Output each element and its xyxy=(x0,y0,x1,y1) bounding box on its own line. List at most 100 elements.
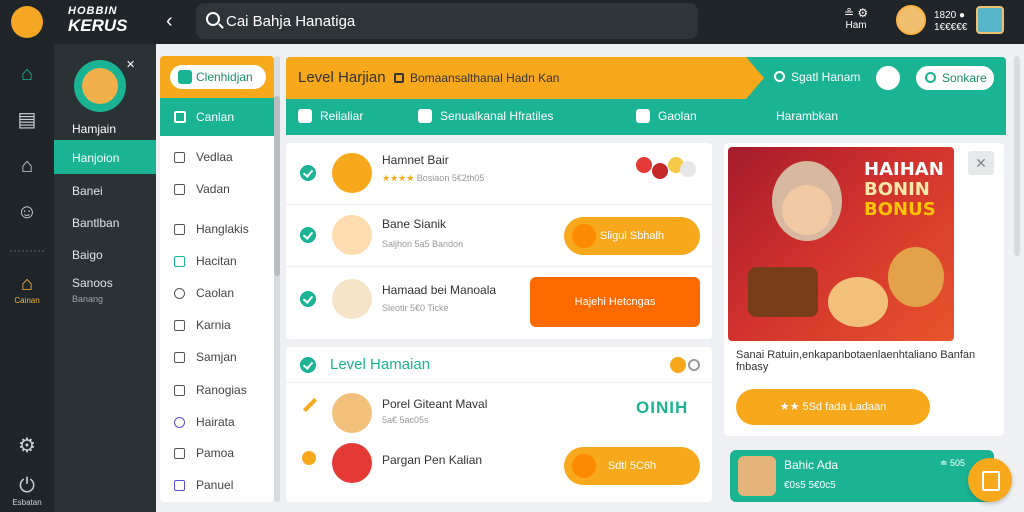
level-action-button[interactable]: Sdtl 5C6h xyxy=(564,447,700,485)
level-row[interactable]: Pargan Pen Kalian Sdtl 5C6h xyxy=(286,443,712,501)
level-row[interactable]: Porel Giteant Maval 5a€ 5ac05s OINIH xyxy=(286,385,712,443)
search-input[interactable]: Cai Bahja Hanatiga xyxy=(226,13,355,30)
sidebar-item-3[interactable]: Sanoos xyxy=(72,276,113,290)
search-icon xyxy=(774,71,785,82)
emoji-icon[interactable] xyxy=(876,66,900,90)
status-dot-icon xyxy=(302,451,316,465)
tab-2[interactable]: Gaolan xyxy=(636,109,697,123)
mini-name: Bahic Ada xyxy=(784,458,839,472)
brand-logo[interactable]: HOBBIN KERUS xyxy=(68,6,128,35)
lock-icon xyxy=(394,73,404,83)
nav-card: Clenhidjan Canlan Vedlaa Vadan Hanglakis… xyxy=(160,56,274,502)
profile-avatar-large[interactable] xyxy=(74,60,126,112)
promo-description: Sanai Ratuin,enkapanbotaenlaenhtaliano B… xyxy=(736,349,976,373)
tab-label: Reilaliar xyxy=(320,109,364,123)
task-action-button[interactable]: Hajehi Hetcngas xyxy=(530,277,700,327)
power-icon[interactable]: ⏻ xyxy=(15,474,39,498)
document-icon[interactable]: ▤ xyxy=(15,108,39,132)
info-icon[interactable] xyxy=(688,359,700,371)
nav-item-2[interactable]: Hanglakis xyxy=(160,218,274,242)
sidebar-item-2[interactable]: Baigo xyxy=(72,248,103,262)
coin-icon xyxy=(572,224,596,248)
panel-icon xyxy=(174,480,185,491)
gold-badge-icon[interactable]: ⌂ xyxy=(15,272,39,296)
nav-item-label: Karnia xyxy=(196,318,231,332)
mini-profile-card[interactable]: Bahic Ada €0s5 5€0c5 ≐ 505 xyxy=(730,450,994,502)
home-icon[interactable]: ⌂ xyxy=(15,62,39,86)
list-icon xyxy=(174,152,185,163)
nav-item-7[interactable]: Ranogias xyxy=(160,379,274,403)
user-avatar[interactable] xyxy=(896,5,926,35)
task-action-button[interactable]: Sligul Sbhalh xyxy=(564,217,700,255)
level-badge: OINIH xyxy=(636,398,689,417)
sidebar-item-1[interactable]: Bantlban xyxy=(72,216,119,230)
task-row[interactable]: Hamaad bei Manoala Sleotir 5€0 Ticke Haj… xyxy=(286,267,712,329)
page-scrollbar[interactable] xyxy=(1014,56,1020,256)
top-user-menu[interactable]: ≗ ⚙ Ham xyxy=(844,6,868,31)
header-search-label: Sgatl Hanam xyxy=(791,70,861,84)
brand-main-text: KERUS xyxy=(68,16,128,35)
sidebar-item-0[interactable]: Banei xyxy=(72,184,103,198)
building-icon[interactable]: ⌂ xyxy=(15,154,39,178)
top-user-icons: ≗ ⚙ xyxy=(844,6,869,20)
scroll-thumb[interactable] xyxy=(274,96,280,276)
rail-bottom-label: Esbatan xyxy=(12,498,42,507)
nav-item-active[interactable]: Canlan xyxy=(160,98,274,136)
tab-3[interactable]: Harambkan xyxy=(776,109,838,123)
task-button-label: Hajehi Hetcngas xyxy=(574,296,656,308)
nav-item-9[interactable]: Pamoa xyxy=(160,442,274,466)
task-row[interactable]: Hamnet Bair ★★★★ Bosiaon 5€2th05 xyxy=(286,143,712,205)
header-search[interactable]: Sgatl Hanam xyxy=(774,70,860,84)
sidebar-item-active[interactable]: Hanjoion xyxy=(54,140,156,174)
nav-scrollbar[interactable] xyxy=(274,56,280,502)
tab-icon xyxy=(636,109,650,123)
task-row[interactable]: Bane Sianik Saljhon 5a5 Bandon Sligul Sb… xyxy=(286,205,712,267)
task-icon xyxy=(332,215,372,255)
nav-item-5[interactable]: Karnia xyxy=(160,314,274,338)
search-icon xyxy=(206,12,220,26)
promo-card: HAIHAN BONIN BONUS ✕ Sanai Ratuin,enkapa… xyxy=(724,143,1004,436)
sidebar-item-small[interactable]: Banang xyxy=(72,294,103,304)
mini-right-meta: ≐ 505 xyxy=(940,458,966,468)
nav-item-1[interactable]: Vadan xyxy=(160,178,274,202)
box-icon xyxy=(174,256,185,267)
nav-item-0[interactable]: Vedlaa xyxy=(160,146,274,170)
page-title: Level Harjian xyxy=(298,69,386,86)
doc-icon xyxy=(174,111,186,123)
header-subtitle: Bomaansalthanal Hadn Kan xyxy=(394,71,559,85)
nav-item-label: Ranogias xyxy=(196,383,247,397)
tab-0[interactable]: Reilaliar xyxy=(298,109,363,123)
header-action-button[interactable]: Sonkare xyxy=(916,66,994,90)
tab-1[interactable]: Senualkanal Hfratiles xyxy=(418,109,553,123)
promo-title-2: BONIN xyxy=(864,179,930,200)
level-button-label: Sdtl 5C6h xyxy=(607,460,657,472)
tag-icon xyxy=(174,320,185,331)
settings-icon[interactable]: ⚙ xyxy=(15,434,39,458)
app-logo-icon[interactable] xyxy=(11,6,43,38)
profile-close-icon[interactable]: ✕ xyxy=(126,58,135,71)
promo-button[interactable]: ★★ 5Sd fada Ladaan xyxy=(736,389,930,425)
close-icon[interactable]: ✕ xyxy=(968,151,994,175)
user-icon[interactable]: ☺ xyxy=(15,200,39,224)
nav-pill-button[interactable]: Clenhidjan xyxy=(170,65,266,89)
nav-item-4[interactable]: Caolan xyxy=(160,282,274,306)
task-meta: Sleotir 5€0 Ticke xyxy=(382,303,449,313)
promo-image[interactable]: HAIHAN BONIN BONUS xyxy=(728,147,954,341)
floating-action-button[interactable] xyxy=(968,458,1012,502)
top-info-line2: 1€€€€€ xyxy=(934,22,968,33)
promo-food xyxy=(888,247,944,307)
nav-item-6[interactable]: Samjan xyxy=(160,346,274,370)
rail-divider xyxy=(10,250,44,252)
back-arrow-icon[interactable]: ‹ xyxy=(166,10,173,32)
promo-title-3: BONUS xyxy=(864,199,936,220)
task-meta: Saljhon 5a5 Bandon xyxy=(382,239,464,249)
page-header: Level Harjian Bomaansalthanal Hadn Kan S… xyxy=(286,57,1006,99)
search-bar[interactable]: Cai Bahja Hanatiga xyxy=(196,3,698,39)
nav-item-3[interactable]: Hacitan xyxy=(160,250,274,274)
profile-avatar[interactable] xyxy=(976,6,1004,34)
nav-item-8[interactable]: Hairata xyxy=(160,411,274,435)
circle-icon xyxy=(174,417,185,428)
nav-item-label: Hanglakis xyxy=(196,222,249,236)
nav-item-10[interactable]: Panuel xyxy=(160,474,274,498)
rating-stars: ★★★★ xyxy=(382,173,415,183)
